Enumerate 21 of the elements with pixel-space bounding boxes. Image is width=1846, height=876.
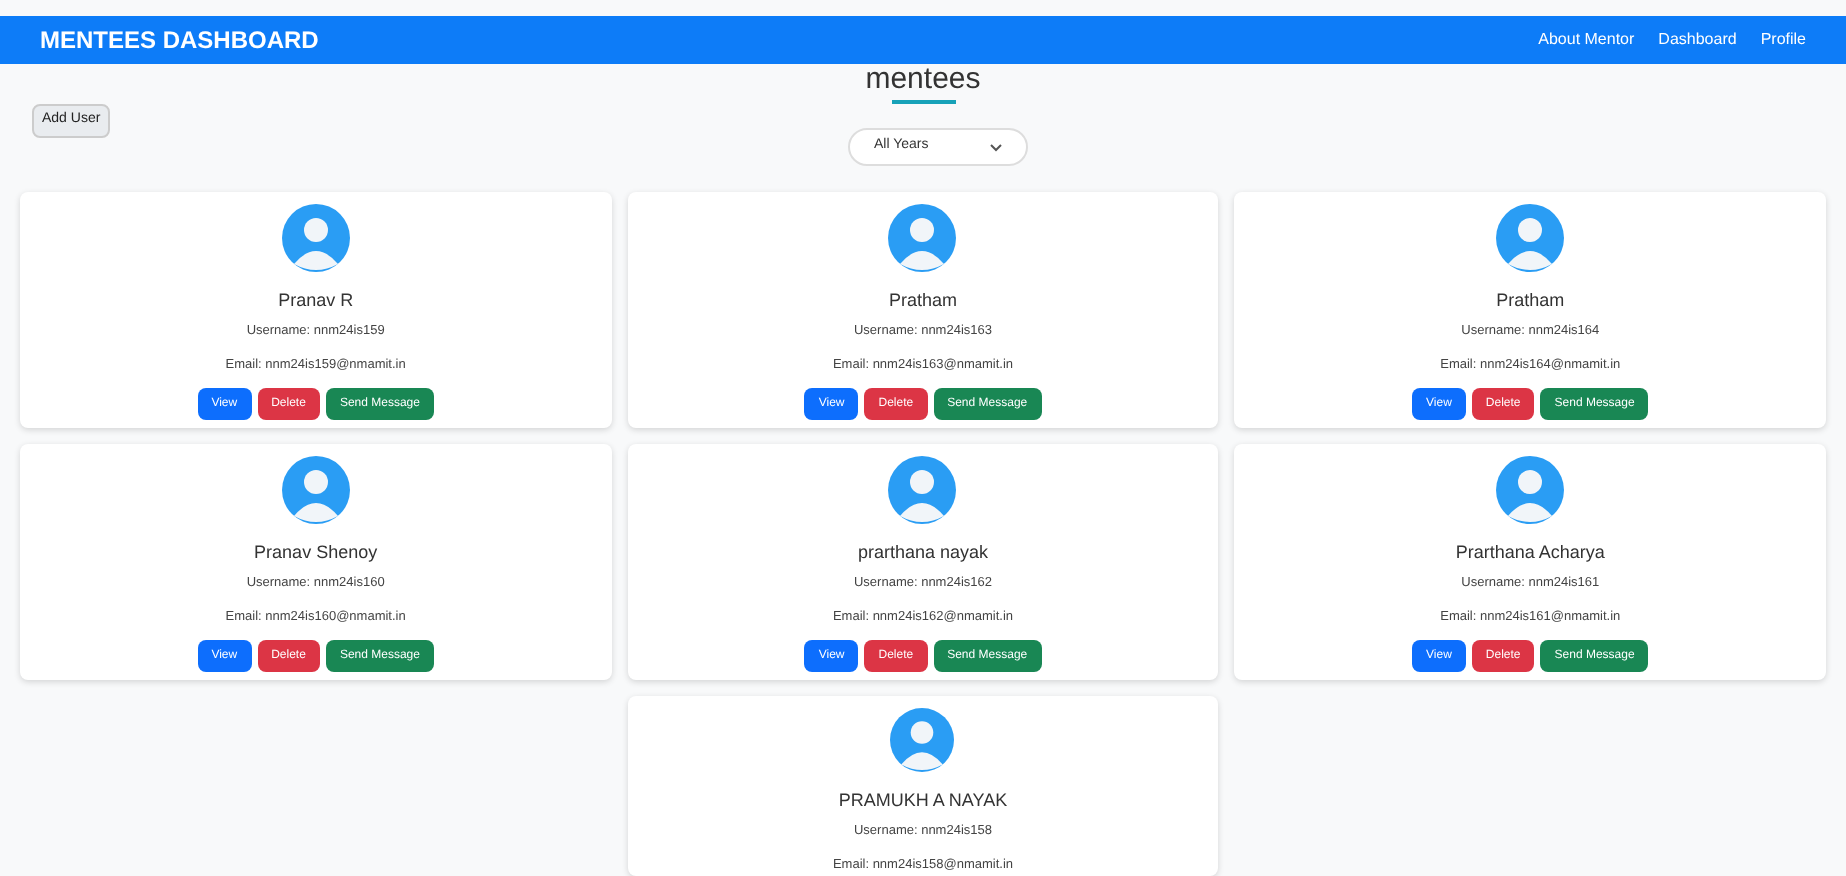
- avatar-silhouette-icon: [281, 456, 350, 524]
- page-heading: mentees: [865, 64, 981, 96]
- mentee-name: Pranav Shenoy: [254, 540, 378, 566]
- avatar-silhouette-icon: [1496, 456, 1565, 524]
- mentee-name: Pratham: [1496, 288, 1565, 314]
- nav-link[interactable]: Dashboard: [1658, 28, 1737, 52]
- nav-link[interactable]: About Mentor: [1538, 28, 1635, 52]
- mentee-name: PRAMUKH A NAYAK: [838, 788, 1008, 814]
- avatar-silhouette-icon: [1496, 204, 1565, 272]
- mentee-name: prarthana nayak: [857, 540, 989, 566]
- mentee-name: Pratham: [888, 288, 957, 314]
- avatar-silhouette-icon: [888, 204, 957, 272]
- heading-underline: [891, 100, 955, 104]
- mentee-name: Prarthana Acharya: [1455, 540, 1605, 566]
- chevron-down-icon: [990, 143, 1002, 151]
- brand-title: MENTEES DASHBOARD: [40, 24, 319, 58]
- nav-link[interactable]: Profile: [1760, 28, 1806, 52]
- mentee-name: Pranav R: [278, 288, 354, 314]
- avatar-silhouette-icon: [888, 708, 957, 772]
- avatar-silhouette-icon: [888, 456, 957, 524]
- avatar-silhouette-icon: [281, 204, 350, 272]
